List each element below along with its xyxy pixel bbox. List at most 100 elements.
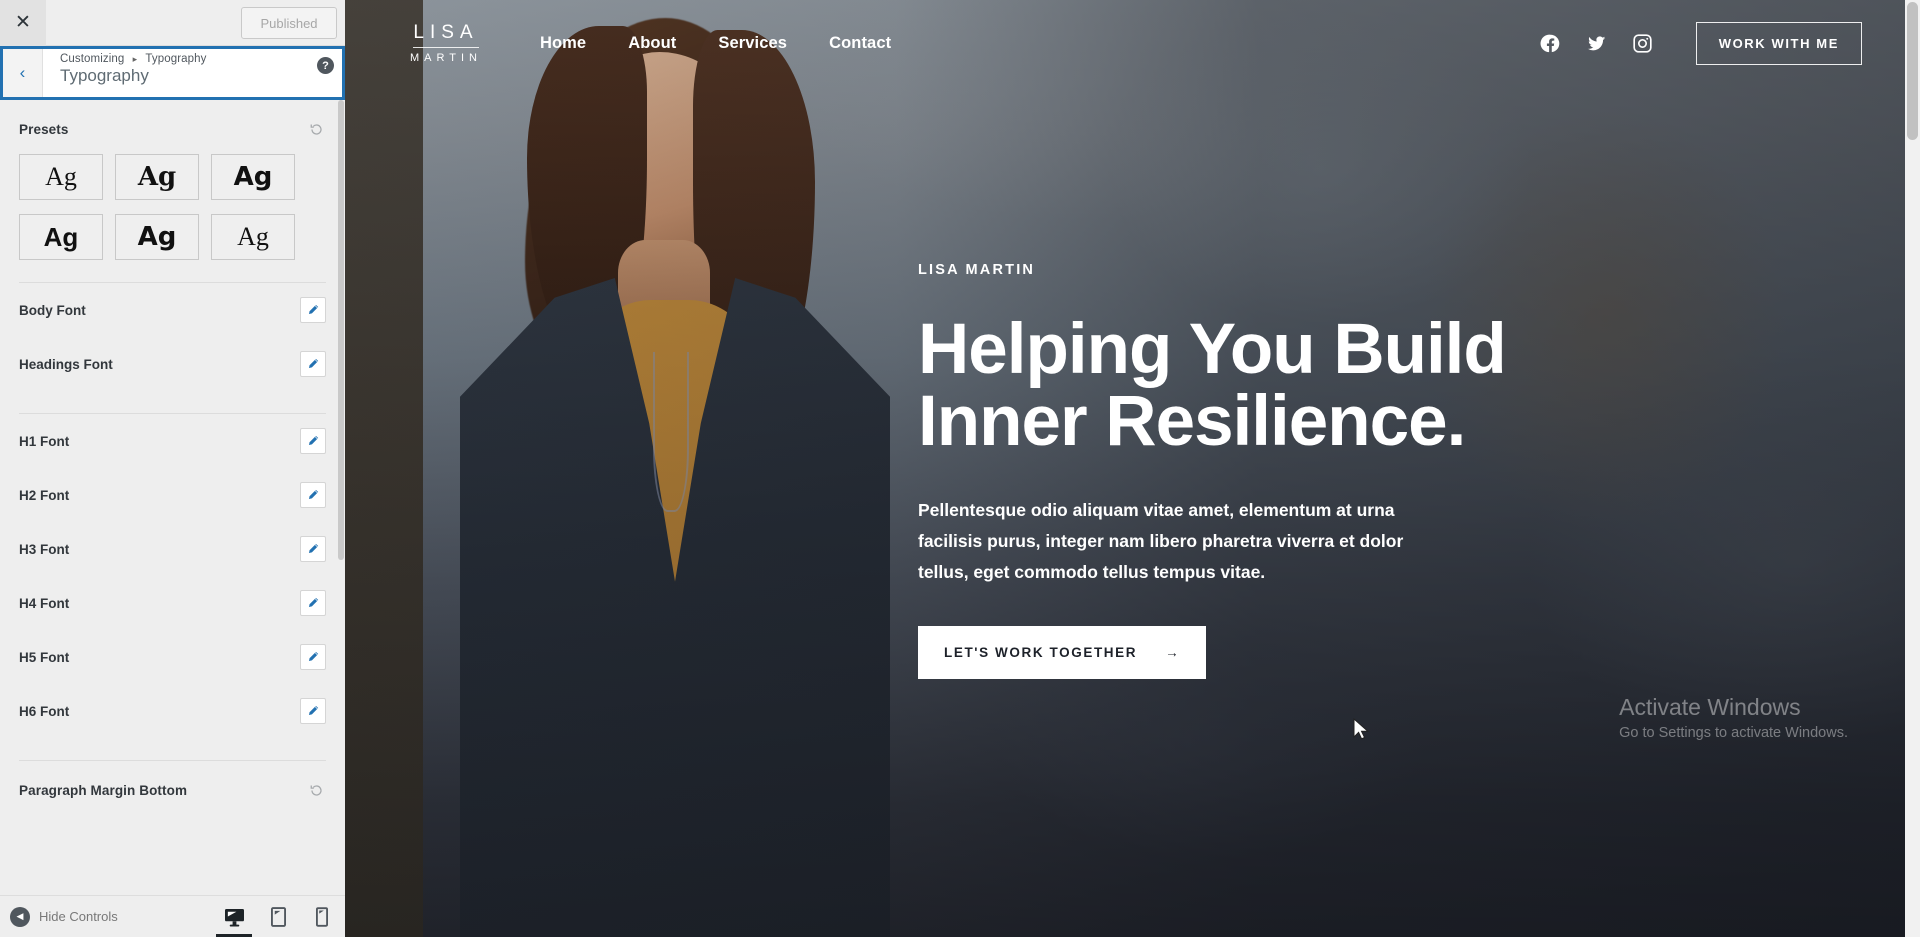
font-control-label: H6 Font: [19, 703, 70, 719]
edit-h2-font-button[interactable]: [300, 482, 326, 508]
preset-sample-text: Ag: [137, 222, 177, 252]
help-icon-label: ?: [322, 59, 329, 72]
device-preview-group: [216, 896, 334, 937]
presets-reset-icon[interactable]: [306, 119, 326, 139]
facebook-icon[interactable]: [1540, 33, 1561, 54]
hero-heading-line-1: Helping You Build: [918, 310, 1507, 389]
font-control-label: H4 Font: [19, 595, 70, 611]
font-control-label: H5 Font: [19, 649, 70, 665]
breadcrumb-separator-icon: ▸: [132, 54, 138, 64]
font-control-row: Headings Font: [19, 337, 326, 391]
presets-grid: Ag Ag Ag Ag Ag Ag: [19, 154, 326, 260]
tablet-icon: [270, 907, 286, 927]
header-right: WORK WITH ME: [1540, 21, 1862, 65]
breadcrumb-current: Typography: [145, 53, 207, 65]
customizer-scrollbar[interactable]: [338, 100, 344, 560]
presets-label: Presets: [19, 121, 69, 137]
font-control-row: H3 Font: [19, 522, 326, 576]
work-with-me-label: WORK WITH ME: [1718, 35, 1839, 51]
edit-h5-font-button[interactable]: [300, 644, 326, 670]
close-customizer-button[interactable]: ✕: [0, 0, 46, 46]
preset-sample-text: Ag: [45, 162, 77, 191]
paragraph-margin-reset-icon[interactable]: [306, 780, 326, 800]
preview-scrollbar[interactable]: [1905, 0, 1920, 937]
hero-cta-button[interactable]: LET'S WORK TOGETHER →: [918, 626, 1207, 680]
site-preview[interactable]: LISA MARTIN Home About Services Contact: [345, 0, 1920, 937]
preset-sample-text: Ag: [137, 162, 177, 192]
hero-cta-label: LET'S WORK TOGETHER: [944, 645, 1138, 661]
preview-scrollbar-thumb[interactable]: [1907, 2, 1918, 140]
mobile-icon: [316, 907, 328, 927]
customizer-topbar: ✕ Published: [0, 0, 345, 46]
page-title: Typography: [60, 66, 149, 85]
paragraph-margin-label: Paragraph Margin Bottom: [19, 782, 188, 798]
preset-sample-text: Ag: [233, 162, 273, 192]
help-icon[interactable]: ?: [317, 57, 334, 74]
preset-tile[interactable]: Ag: [115, 214, 199, 260]
preset-tile[interactable]: Ag: [211, 214, 295, 260]
font-control-row: H2 Font: [19, 468, 326, 522]
font-control-row: H1 Font: [19, 414, 326, 468]
social-links: [1540, 33, 1653, 54]
watermark-subtitle: Go to Settings to activate Windows.: [1619, 725, 1848, 741]
site-logo[interactable]: LISA MARTIN: [410, 23, 482, 64]
watermark-title: Activate Windows: [1619, 694, 1801, 720]
nav-item-contact[interactable]: Contact: [829, 34, 891, 53]
preset-tile[interactable]: Ag: [115, 154, 199, 200]
logo-line-1: LISA: [413, 23, 479, 48]
section-header-text: Customizing ▸ Typography Typography ?: [43, 49, 342, 97]
pencil-icon: [308, 489, 319, 500]
hero-heading-line-2: Inner Resilience.: [918, 382, 1466, 462]
device-tablet-button[interactable]: [266, 896, 290, 937]
main-navigation: Home About Services Contact: [540, 34, 891, 53]
font-control-label: H3 Font: [19, 541, 70, 557]
twitter-icon[interactable]: [1586, 33, 1607, 54]
hero-paragraph: Pellentesque odio aliquam vitae amet, el…: [918, 499, 1404, 583]
pencil-icon: [308, 651, 319, 662]
device-mobile-button[interactable]: [310, 896, 334, 937]
collapse-icon: ◀: [10, 906, 30, 927]
publish-button[interactable]: Published: [241, 7, 337, 39]
font-control-label: H1 Font: [19, 433, 70, 449]
font-control-row: H4 Font: [19, 576, 326, 630]
edit-h6-font-button[interactable]: [300, 698, 326, 724]
preset-tile[interactable]: Ag: [19, 154, 103, 200]
desktop-icon: [224, 908, 244, 927]
breadcrumb-root[interactable]: Customizing: [60, 53, 124, 65]
nav-item-services[interactable]: Services: [718, 34, 787, 53]
chevron-left-icon: ‹: [19, 63, 26, 82]
paragraph-margin-header: Paragraph Margin Bottom: [19, 761, 326, 800]
pencil-icon: [308, 597, 319, 608]
site-header: LISA MARTIN Home About Services Contact: [345, 0, 1920, 86]
arrow-right-icon: →: [1165, 645, 1181, 661]
logo-line-2: MARTIN: [410, 51, 482, 64]
nav-item-home[interactable]: Home: [540, 34, 586, 53]
presets-header: Presets: [19, 100, 326, 139]
font-control-label: Headings Font: [19, 356, 113, 372]
font-control-row: H5 Font: [19, 630, 326, 684]
edit-body-font-button[interactable]: [300, 297, 326, 323]
preset-tile[interactable]: Ag: [19, 214, 103, 260]
nav-item-about[interactable]: About: [628, 34, 676, 53]
font-control-label: H2 Font: [19, 487, 70, 503]
hero-heading: Helping You Build Inner Resilience.: [918, 313, 1638, 462]
preset-sample-text: Ag: [237, 222, 269, 251]
edit-h1-font-button[interactable]: [300, 428, 326, 454]
pencil-icon: [308, 358, 319, 369]
breadcrumb: Customizing ▸ Typography: [60, 53, 332, 65]
work-with-me-button[interactable]: WORK WITH ME: [1695, 21, 1862, 65]
edit-h4-font-button[interactable]: [300, 590, 326, 616]
customizer-scroll-area[interactable]: Presets Ag Ag Ag Ag Ag Ag Body Font Head…: [0, 100, 345, 895]
pencil-icon: [308, 705, 319, 716]
preset-tile[interactable]: Ag: [211, 154, 295, 200]
customizer-panel: ✕ Published ‹ Customizing ▸ Typography T…: [0, 0, 345, 937]
device-desktop-button[interactable]: [216, 896, 252, 937]
font-control-row: Body Font: [19, 283, 326, 337]
hide-controls-button[interactable]: ◀ Hide Controls: [0, 906, 118, 927]
back-button[interactable]: ‹: [3, 49, 43, 97]
hero-section: LISA MARTIN Helping You Build Inner Resi…: [918, 262, 1638, 680]
edit-headings-font-button[interactable]: [300, 351, 326, 377]
pencil-icon: [308, 435, 319, 446]
instagram-icon[interactable]: [1632, 33, 1653, 54]
edit-h3-font-button[interactable]: [300, 536, 326, 562]
